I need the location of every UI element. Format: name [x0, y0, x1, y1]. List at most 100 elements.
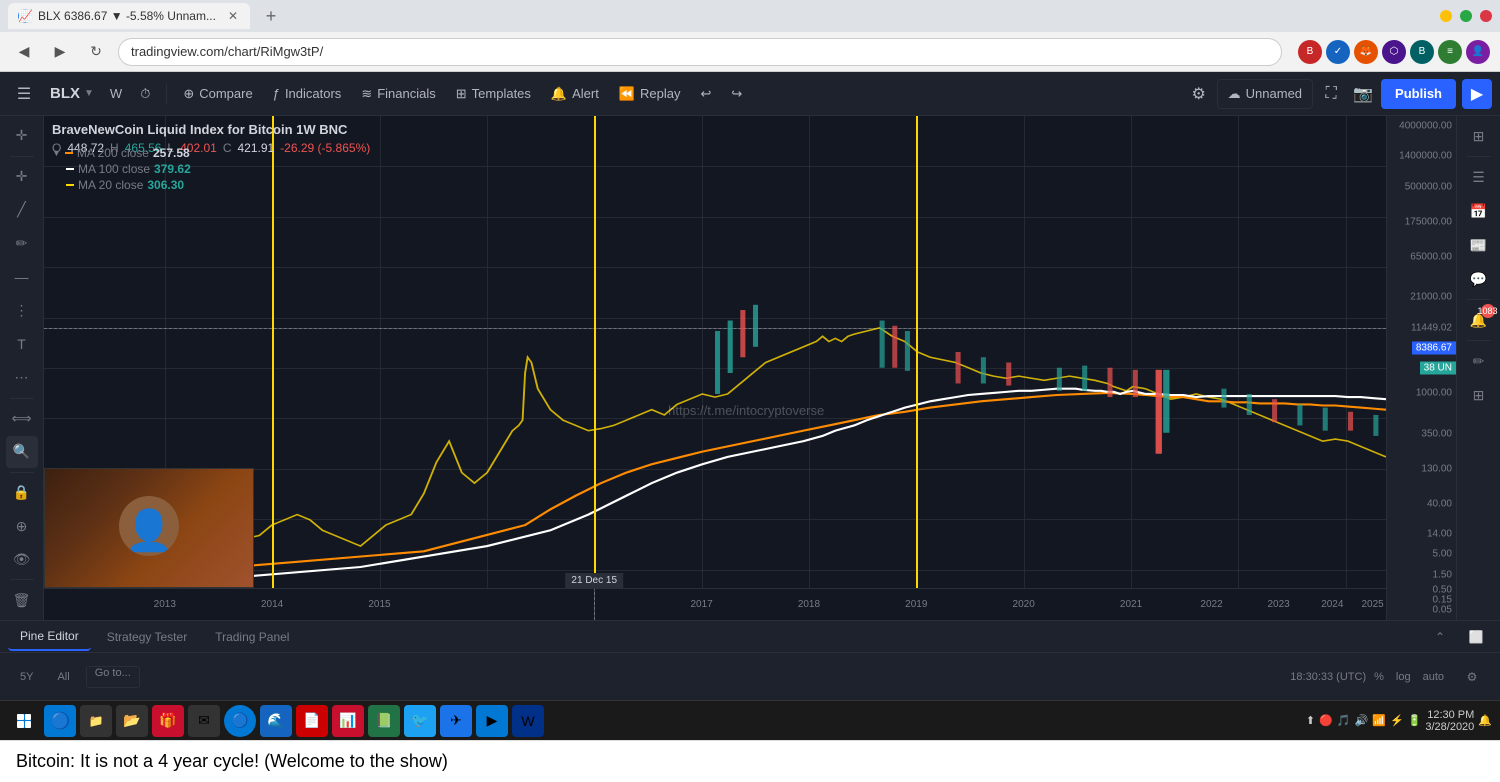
taskbar-explorer[interactable]: 📁 — [80, 705, 112, 737]
timeframe-btn[interactable]: W — [104, 82, 128, 105]
video-overlay: 👤 — [44, 468, 254, 588]
chart-settings-btn[interactable]: ⚙ — [1185, 80, 1213, 108]
ext-icon-4[interactable]: ⬡ — [1382, 40, 1406, 64]
compare-label: Compare — [199, 86, 252, 101]
financials-btn[interactable]: ≋ Financials — [353, 79, 443, 109]
pattern-tool[interactable]: ⋯ — [6, 362, 38, 394]
taskbar-store[interactable]: 🔵 — [44, 705, 76, 737]
start-btn[interactable] — [8, 705, 40, 737]
taskbar-twitter[interactable]: 🐦 — [404, 705, 436, 737]
ma200-arrow: ▼ — [52, 148, 61, 158]
zoom-tool[interactable]: 🔍 — [6, 436, 38, 468]
period-icon: ⏱ — [140, 86, 150, 102]
close-btn[interactable] — [1480, 10, 1492, 22]
eye-tool[interactable]: 👁 — [6, 544, 38, 576]
goto-btn[interactable]: Go to... — [86, 666, 140, 688]
bottom-settings-btn[interactable]: ⚙ — [1456, 661, 1488, 693]
bottom-collapse-btn[interactable]: ⌃ — [1424, 621, 1456, 653]
maximize-btn[interactable] — [1460, 10, 1472, 22]
minimize-btn[interactable] — [1440, 10, 1452, 22]
rt-draw-btn[interactable]: ✏ — [1463, 345, 1495, 377]
new-tab-btn[interactable]: + — [258, 3, 284, 29]
refresh-btn[interactable]: ↻ — [82, 38, 110, 66]
rt-news-btn[interactable]: 📰 — [1463, 229, 1495, 261]
ma100-dot — [66, 168, 74, 170]
tray-time: 12:30 PM — [1425, 709, 1474, 721]
taskbar-files[interactable]: 📂 — [116, 705, 148, 737]
taskbar-excel[interactable]: 📗 — [368, 705, 400, 737]
compare-btn[interactable]: ⊕ Compare — [175, 79, 260, 109]
tab-pine-editor[interactable]: Pine Editor — [8, 623, 91, 651]
alert-btn[interactable]: 🔔 Alert — [543, 79, 607, 109]
time-2015: 2015 — [368, 599, 390, 610]
play-btn[interactable]: ▶ — [1462, 79, 1492, 109]
rt-grid-btn[interactable]: ⊞ — [1463, 379, 1495, 411]
taskbar-gifts[interactable]: 🎁 — [152, 705, 184, 737]
taskbar-telegram[interactable]: ✈ — [440, 705, 472, 737]
tab-trading-panel[interactable]: Trading Panel — [203, 623, 301, 651]
fib-tool[interactable]: ⋮ — [6, 295, 38, 327]
unnamed-label: Unnamed — [1246, 86, 1302, 101]
text-tool[interactable]: T — [6, 328, 38, 360]
taskbar-edge[interactable]: 🌊 — [260, 705, 292, 737]
rt-chat-btn[interactable]: 💬 — [1463, 263, 1495, 295]
indicators-btn[interactable]: ƒ Indicators — [265, 79, 350, 109]
ext-icon-5[interactable]: B — [1410, 40, 1434, 64]
profile-icon[interactable]: 👤 — [1466, 40, 1490, 64]
taskbar-mail[interactable]: ✉ — [188, 705, 220, 737]
templates-btn[interactable]: ⊞ Templates — [448, 79, 539, 109]
address-bar[interactable]: tradingview.com/chart/RiMgw3tP/ — [118, 38, 1282, 66]
draw-tool[interactable]: ✏ — [6, 228, 38, 260]
back-btn[interactable]: ◀ — [10, 38, 38, 66]
bottom-expand-btn[interactable]: ⬜ — [1460, 621, 1492, 653]
taskbar-more[interactable]: ▶ — [476, 705, 508, 737]
tray-notification[interactable]: 🔔 — [1478, 714, 1492, 727]
log-btn[interactable]: log — [1392, 670, 1415, 684]
replay-btn[interactable]: ⏪ Replay — [611, 79, 689, 109]
measure-tool[interactable]: ⟺ — [6, 403, 38, 435]
taskbar-pdf[interactable]: 📄 — [296, 705, 328, 737]
rt-calendar-btn[interactable]: 📅 — [1463, 195, 1495, 227]
ma200-line: ▼ MA 200 close 257.58 — [52, 146, 191, 160]
all-btn[interactable]: All — [49, 666, 77, 688]
time-2019: 2019 — [905, 599, 927, 610]
time-axis: 2013 2014 2015 2017 2018 2019 2020 2021 … — [44, 588, 1386, 620]
crosshair-tool[interactable]: ✛ — [6, 161, 38, 193]
rt-layout-btn[interactable]: ⊞ — [1463, 120, 1495, 152]
magnet-tool[interactable]: ⊕ — [6, 510, 38, 542]
system-tray: ⬆ 🔴 🎵 🔊 📶 ⚡ 🔋 12:30 PM 3/28/2020 🔔 — [1306, 709, 1492, 733]
taskbar-chrome[interactable]: 🔵 — [224, 705, 256, 737]
delete-tool[interactable]: 🗑 — [6, 584, 38, 616]
cursor-tool[interactable]: ✛ — [6, 120, 38, 152]
fullscreen-btn[interactable]: ⛶ — [1317, 80, 1345, 108]
redo-btn[interactable]: ↪ — [723, 79, 750, 109]
undo-btn[interactable]: ↩ — [692, 79, 719, 109]
publish-btn[interactable]: Publish — [1381, 79, 1456, 109]
price-highlight-8386: 8386.67 — [1412, 341, 1456, 354]
horizontal-line-tool[interactable]: — — [6, 261, 38, 293]
tab-strategy-tester[interactable]: Strategy Tester — [95, 623, 199, 651]
chart-area[interactable]: BraveNewCoin Liquid Index for Bitcoin 1W… — [44, 116, 1386, 620]
lock-tool[interactable]: 🔒 — [6, 477, 38, 509]
rt-watchlist-btn[interactable]: ☰ — [1463, 161, 1495, 193]
ext-icon-3[interactable]: 🦊 — [1354, 40, 1378, 64]
tray-icon-7: 🔋 — [1408, 714, 1422, 727]
5y-btn[interactable]: 5Y — [12, 666, 41, 688]
period-selector[interactable]: ⏱ — [132, 79, 158, 109]
trend-line-tool[interactable]: ╱ — [6, 194, 38, 226]
taskbar-word[interactable]: W — [512, 705, 544, 737]
ext-icon-6[interactable]: ≡ — [1438, 40, 1462, 64]
ext-icon-2[interactable]: ✓ — [1326, 40, 1350, 64]
toolbar-sep-4 — [10, 579, 34, 580]
tab-close-btn[interactable]: ✕ — [226, 9, 240, 23]
unnamed-btn[interactable]: ☁ Unnamed — [1217, 79, 1313, 109]
symbol-selector[interactable]: BLX ▼ — [44, 85, 100, 102]
menu-btn[interactable]: ☰ — [8, 78, 40, 110]
tray-icon-3: 🎵 — [1337, 714, 1351, 727]
ext-icon-1[interactable]: B — [1298, 40, 1322, 64]
auto-btn[interactable]: auto — [1419, 670, 1448, 684]
forward-btn[interactable]: ▶ — [46, 38, 74, 66]
taskbar-powerpoint[interactable]: 📊 — [332, 705, 364, 737]
snapshot-btn[interactable]: 📷 — [1349, 80, 1377, 108]
browser-tab[interactable]: 📈 BLX 6386.67 ▼ -5.58% Unnam... ✕ — [8, 3, 250, 29]
